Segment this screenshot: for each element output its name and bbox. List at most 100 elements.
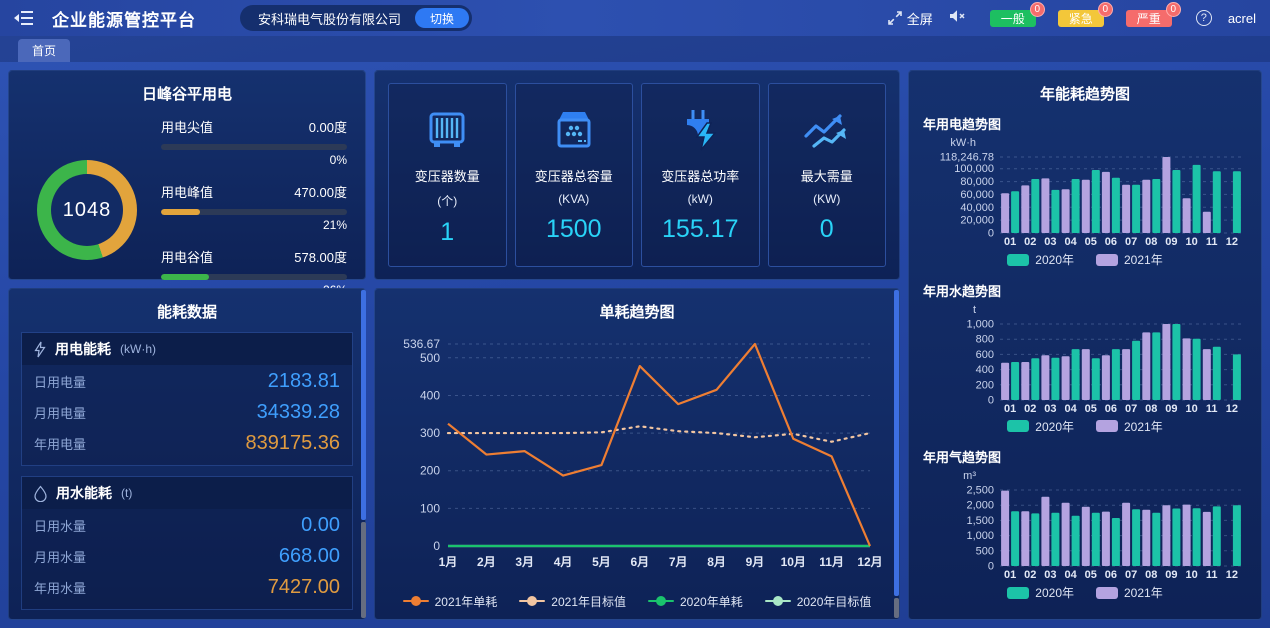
- svg-text:1,000: 1,000: [966, 318, 994, 330]
- stat-unit: (KVA): [558, 192, 589, 206]
- bar-chart-legend: 2020年 2021年: [909, 418, 1261, 438]
- svg-text:02: 02: [1024, 569, 1036, 581]
- legend-item[interactable]: 2020年单耗: [648, 593, 743, 610]
- legend-item[interactable]: 2020年: [1007, 584, 1074, 601]
- svg-text:5月: 5月: [592, 555, 611, 569]
- svg-text:20,000: 20,000: [960, 215, 994, 227]
- left-column-scrollbar-thumb[interactable]: [361, 290, 366, 520]
- left-column: 日峰谷平用电 1048 用电尖值0.00度 0% 用电峰值470.00度 21%: [8, 70, 366, 620]
- progress-track: [161, 144, 347, 150]
- help-icon[interactable]: ?: [1196, 10, 1212, 26]
- svg-text:6月: 6月: [630, 555, 649, 569]
- collapse-menu-icon[interactable]: [14, 10, 34, 26]
- section-header: 用水能耗 (t): [22, 477, 352, 509]
- bar-chart-plot: m³05001,0001,5002,0002,50001020304050607…: [909, 468, 1261, 582]
- legend-item[interactable]: 2021年: [1096, 584, 1163, 601]
- dashboard-content: 日峰谷平用电 1048 用电尖值0.00度 0% 用电峰值470.00度 21%: [0, 62, 1270, 628]
- svg-text:kW·h: kW·h: [950, 137, 976, 149]
- tab-bar: 首页: [0, 36, 1270, 62]
- pv-value: 470.00度: [294, 182, 347, 201]
- svg-text:11: 11: [1206, 236, 1218, 248]
- unit-consumption-chart-panel: 单耗趋势图 0100200300400500536.671月2月3月4月5月6月…: [374, 288, 900, 620]
- svg-text:01: 01: [1004, 569, 1016, 581]
- legend-item[interactable]: 2021年: [1096, 418, 1163, 435]
- svg-text:04: 04: [1064, 236, 1077, 248]
- svg-text:9月: 9月: [746, 555, 765, 569]
- alarm-badge-urgent[interactable]: 紧急 0: [1058, 10, 1104, 27]
- energy-row: 月用电量34339.28: [22, 396, 352, 427]
- alarm-badge-general[interactable]: 一般 0: [990, 10, 1036, 27]
- company-selector[interactable]: 安科瑞电气股份有限公司 切换: [240, 5, 472, 31]
- stat-label: 变压器总容量: [535, 166, 613, 185]
- badge-count: 0: [1098, 2, 1113, 17]
- svg-text:0: 0: [433, 539, 440, 553]
- energy-row: 月用水量668.00: [22, 540, 352, 571]
- svg-text:04: 04: [1064, 569, 1077, 581]
- right-column: 年能耗趋势图 年用电趋势图 kW·h020,00040,00060,00080,…: [908, 70, 1262, 620]
- electricity-section: 用电能耗 (kW·h) 日用电量2183.81 月用电量34339.28 年用电…: [21, 332, 353, 466]
- center-column-scrollbar-track[interactable]: [894, 598, 899, 618]
- svg-text:03: 03: [1044, 403, 1056, 415]
- tab-home[interactable]: 首页: [18, 39, 70, 62]
- svg-text:1,500: 1,500: [966, 515, 994, 527]
- svg-text:536.67: 536.67: [403, 337, 440, 351]
- company-name: 安科瑞电气股份有限公司: [258, 9, 401, 28]
- pv-value: 578.00度: [294, 247, 347, 266]
- svg-text:10: 10: [1185, 236, 1197, 248]
- legend-item[interactable]: 2020年: [1007, 251, 1074, 268]
- stat-value: 155.17: [662, 215, 738, 244]
- stat-value: 1500: [546, 215, 602, 244]
- sub-chart-title: 年用电趋势图: [909, 114, 1261, 133]
- username[interactable]: acrel: [1228, 11, 1256, 26]
- page-title: 企业能源管控平台: [52, 6, 196, 31]
- legend-item[interactable]: 2020年: [1007, 418, 1074, 435]
- pv-row-sharp: 用电尖值0.00度 0%: [161, 117, 347, 167]
- bar-chart-legend: 2020年 2021年: [909, 584, 1261, 604]
- svg-text:09: 09: [1165, 403, 1177, 415]
- progress-track: [161, 274, 347, 280]
- badge-count: 0: [1166, 2, 1181, 17]
- pv-percent: 0%: [161, 153, 347, 167]
- svg-text:0: 0: [988, 394, 994, 406]
- alarm-badge-critical[interactable]: 严重 0: [1126, 10, 1172, 27]
- pv-label: 用电峰值: [161, 182, 213, 201]
- fullscreen-button[interactable]: 全屏: [888, 9, 933, 28]
- svg-text:4月: 4月: [554, 555, 573, 569]
- badge-count: 0: [1030, 2, 1045, 17]
- panel-title: 能耗数据: [9, 289, 365, 322]
- stat-label: 最大需量: [801, 166, 853, 185]
- svg-text:1,000: 1,000: [966, 530, 994, 542]
- tab-label: 首页: [32, 42, 56, 59]
- legend-item[interactable]: 2020年目标值: [765, 593, 872, 610]
- svg-text:2月: 2月: [477, 555, 496, 569]
- section-unit: (t): [121, 486, 132, 500]
- stat-label: 变压器数量: [415, 166, 480, 185]
- sub-chart-title: 年用气趋势图: [909, 447, 1261, 466]
- pv-value: 0.00度: [309, 117, 347, 136]
- svg-text:0: 0: [988, 228, 994, 240]
- row-value: 2183.81: [268, 370, 340, 393]
- legend-item[interactable]: 2021年: [1096, 251, 1163, 268]
- svg-text:400: 400: [420, 388, 440, 402]
- switch-company-button[interactable]: 切换: [415, 8, 469, 28]
- section-unit: (kW·h): [120, 342, 156, 356]
- svg-text:600: 600: [976, 348, 994, 360]
- svg-text:09: 09: [1165, 569, 1177, 581]
- bar-chart-plot: t02004006008001,000010203040506070809101…: [909, 302, 1261, 416]
- svg-text:118,246.78: 118,246.78: [940, 152, 994, 164]
- svg-text:2,000: 2,000: [966, 500, 994, 512]
- legend-item[interactable]: 2021年目标值: [519, 593, 626, 610]
- line-chart-plot: 0100200300400500536.671月2月3月4月5月6月7月8月9月…: [385, 325, 889, 579]
- legend-item[interactable]: 2021年单耗: [403, 593, 498, 610]
- mute-button[interactable]: [949, 9, 966, 28]
- left-column-scrollbar-track[interactable]: [361, 522, 366, 618]
- row-value: 7427.00: [268, 576, 340, 599]
- row-label: 月用水量: [34, 547, 86, 566]
- svg-text:8月: 8月: [707, 555, 726, 569]
- row-label: 年用水量: [34, 578, 86, 597]
- sub-chart-title: 年用水趋势图: [909, 281, 1261, 300]
- center-column-scrollbar-thumb[interactable]: [894, 290, 899, 596]
- svg-text:11月: 11月: [819, 555, 844, 569]
- donut-total: 1048: [51, 174, 123, 246]
- section-title: 用水能耗: [56, 483, 112, 503]
